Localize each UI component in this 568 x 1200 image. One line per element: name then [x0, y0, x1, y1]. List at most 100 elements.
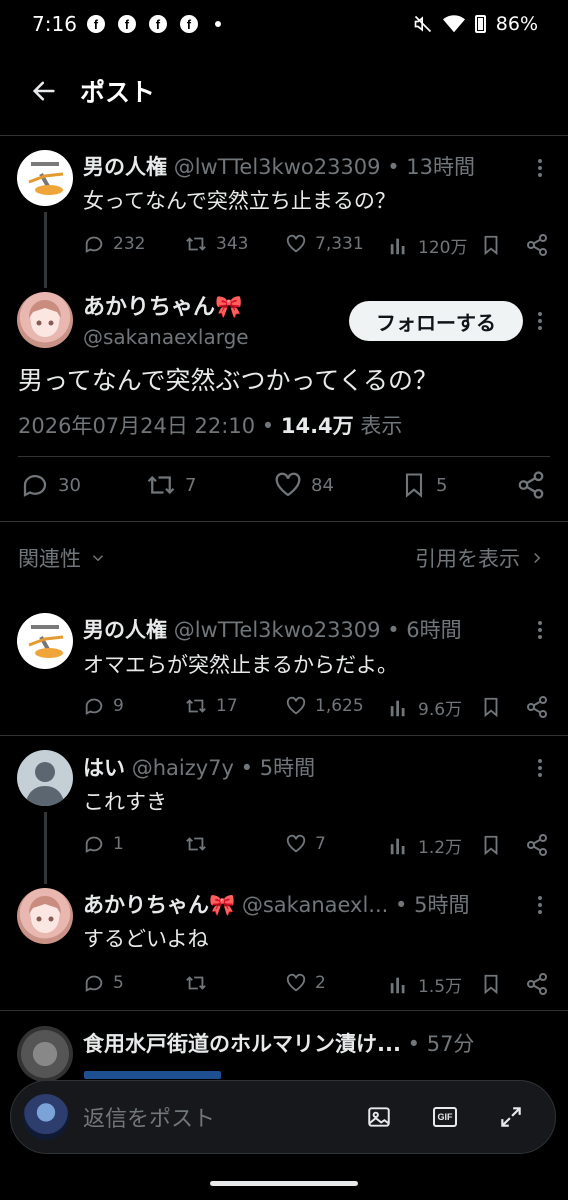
facebook-icon: f	[86, 15, 105, 33]
reply-button[interactable]: 232	[83, 233, 145, 255]
chevron-right-icon	[534, 552, 541, 564]
handle[interactable]: @sakanaexlarge	[83, 325, 249, 349]
display-name[interactable]: はい	[83, 756, 125, 780]
tweet-meta: 2026年07月24日 22:10 • 14.4万 表示	[18, 414, 403, 438]
views-button[interactable]: 1.2万	[388, 833, 462, 858]
share-button[interactable]	[516, 470, 546, 500]
display-name[interactable]: 男の人権	[83, 618, 167, 642]
image-icon	[368, 1107, 390, 1127]
heart-icon	[286, 696, 306, 715]
repost-button[interactable]	[184, 972, 208, 994]
expand-button[interactable]	[495, 1101, 527, 1133]
view-quotes-button[interactable]: 引用を表示	[415, 543, 546, 573]
bookmark-button[interactable]	[480, 972, 502, 996]
display-name[interactable]: あかりちゃん🎀	[83, 893, 235, 917]
avatar[interactable]	[17, 292, 73, 348]
repost-icon	[186, 976, 206, 990]
tweet-handle-row: @sakanaexlarge	[83, 325, 249, 349]
repost-button[interactable]: 343	[184, 233, 248, 255]
display-name[interactable]: 男の人権	[83, 155, 167, 179]
media-preview[interactable]	[84, 1071, 221, 1079]
more-options-icon[interactable]	[536, 618, 544, 642]
bookmark-button[interactable]	[480, 833, 502, 857]
battery-icon	[474, 15, 486, 33]
facebook-icon: f	[117, 15, 136, 33]
like-button[interactable]: 2	[285, 972, 326, 994]
tweet-datetime[interactable]: 2026年07月24日 22:10	[18, 414, 255, 438]
heart-icon	[275, 472, 301, 497]
avatar[interactable]	[17, 1026, 73, 1082]
scale-logo-icon	[28, 162, 64, 195]
tweet-header: あかりちゃん🎀 @sakanaexl... • 5時間	[83, 893, 470, 917]
reply-button[interactable]: 5	[83, 972, 124, 994]
avatar[interactable]	[17, 888, 73, 944]
follow-button[interactable]: フォローする	[349, 301, 523, 341]
tweet-header: 男の人権 @lwTTel3kwo23309 • 6時間	[83, 618, 462, 642]
timestamp[interactable]: 13時間	[406, 155, 475, 179]
avatar[interactable]	[17, 750, 73, 806]
bookmark-button[interactable]: 5	[400, 470, 447, 500]
repost-icon	[147, 475, 175, 495]
timestamp[interactable]: 6時間	[406, 618, 461, 642]
reply-button[interactable]: 1	[83, 833, 124, 855]
bookmark-icon	[484, 697, 498, 718]
like-button[interactable]: 1,625	[285, 695, 364, 717]
image-button[interactable]	[363, 1101, 395, 1133]
like-button[interactable]: 7	[285, 833, 326, 855]
repost-button[interactable]: 7	[145, 470, 196, 500]
back-button[interactable]	[14, 61, 74, 121]
views-count[interactable]: 14.4万	[281, 414, 354, 438]
sort-relevance-button[interactable]: 関連性	[18, 543, 107, 573]
top-bar: ポスト	[0, 56, 568, 126]
share-button[interactable]	[525, 695, 549, 719]
share-button[interactable]	[525, 233, 549, 257]
repost-button[interactable]	[184, 833, 208, 855]
gif-button[interactable]: GIF	[429, 1101, 461, 1133]
views-button[interactable]: 9.6万	[388, 695, 462, 720]
like-count: 1,625	[315, 696, 364, 716]
views-count: 1.5万	[418, 977, 463, 997]
share-icon	[527, 696, 547, 718]
more-options-icon[interactable]	[536, 756, 544, 780]
handle[interactable]: @lwTTel3kwo23309	[174, 618, 381, 642]
display-name[interactable]: 食用水戸街道のホルマリン漬け...	[83, 1032, 401, 1056]
reply-count: 1	[113, 834, 124, 854]
divider	[0, 521, 568, 522]
bookmark-button[interactable]	[480, 233, 502, 257]
home-indicator[interactable]	[210, 1181, 358, 1186]
reply-input[interactable]: 返信をポスト	[83, 1101, 215, 1133]
more-options-icon[interactable]	[536, 309, 544, 333]
avatar[interactable]	[17, 150, 73, 206]
share-button[interactable]	[525, 972, 549, 996]
sort-label: 関連性	[18, 547, 81, 571]
avatar[interactable]	[17, 613, 73, 669]
handle[interactable]: @sakanaexl...	[242, 893, 389, 917]
repost-button[interactable]: 17	[184, 695, 238, 717]
timestamp[interactable]: 5時間	[260, 756, 315, 780]
repost-icon	[186, 837, 206, 851]
gif-icon: GIF	[433, 1107, 457, 1127]
handle[interactable]: @lwTTel3kwo23309	[174, 155, 381, 179]
heart-icon	[286, 834, 306, 853]
views-button[interactable]: 120万	[388, 233, 467, 258]
more-options-icon[interactable]	[536, 156, 544, 180]
default-avatar-icon	[25, 762, 65, 806]
timestamp[interactable]: 5時間	[414, 893, 469, 917]
handle[interactable]: @haizy7y	[132, 756, 234, 780]
share-button[interactable]	[525, 833, 549, 857]
bookmark-button[interactable]	[480, 695, 502, 719]
tweet-header: 男の人権 @lwTTel3kwo23309 • 13時間	[83, 155, 476, 179]
reply-composer[interactable]: 返信をポスト GIF	[10, 1080, 556, 1154]
share-icon	[518, 471, 544, 499]
like-count: 2	[315, 973, 326, 993]
reply-button[interactable]: 9	[83, 695, 124, 717]
reply-icon	[85, 975, 103, 992]
timestamp[interactable]: 57分	[427, 1032, 475, 1056]
like-button[interactable]: 84	[273, 470, 334, 500]
reply-button[interactable]: 30	[20, 470, 81, 500]
more-options-icon[interactable]	[536, 893, 544, 917]
like-button[interactable]: 7,331	[285, 233, 364, 255]
views-button[interactable]: 1.5万	[388, 972, 462, 997]
repost-count: 17	[216, 696, 238, 716]
display-name[interactable]: あかりちゃん🎀	[83, 295, 242, 320]
